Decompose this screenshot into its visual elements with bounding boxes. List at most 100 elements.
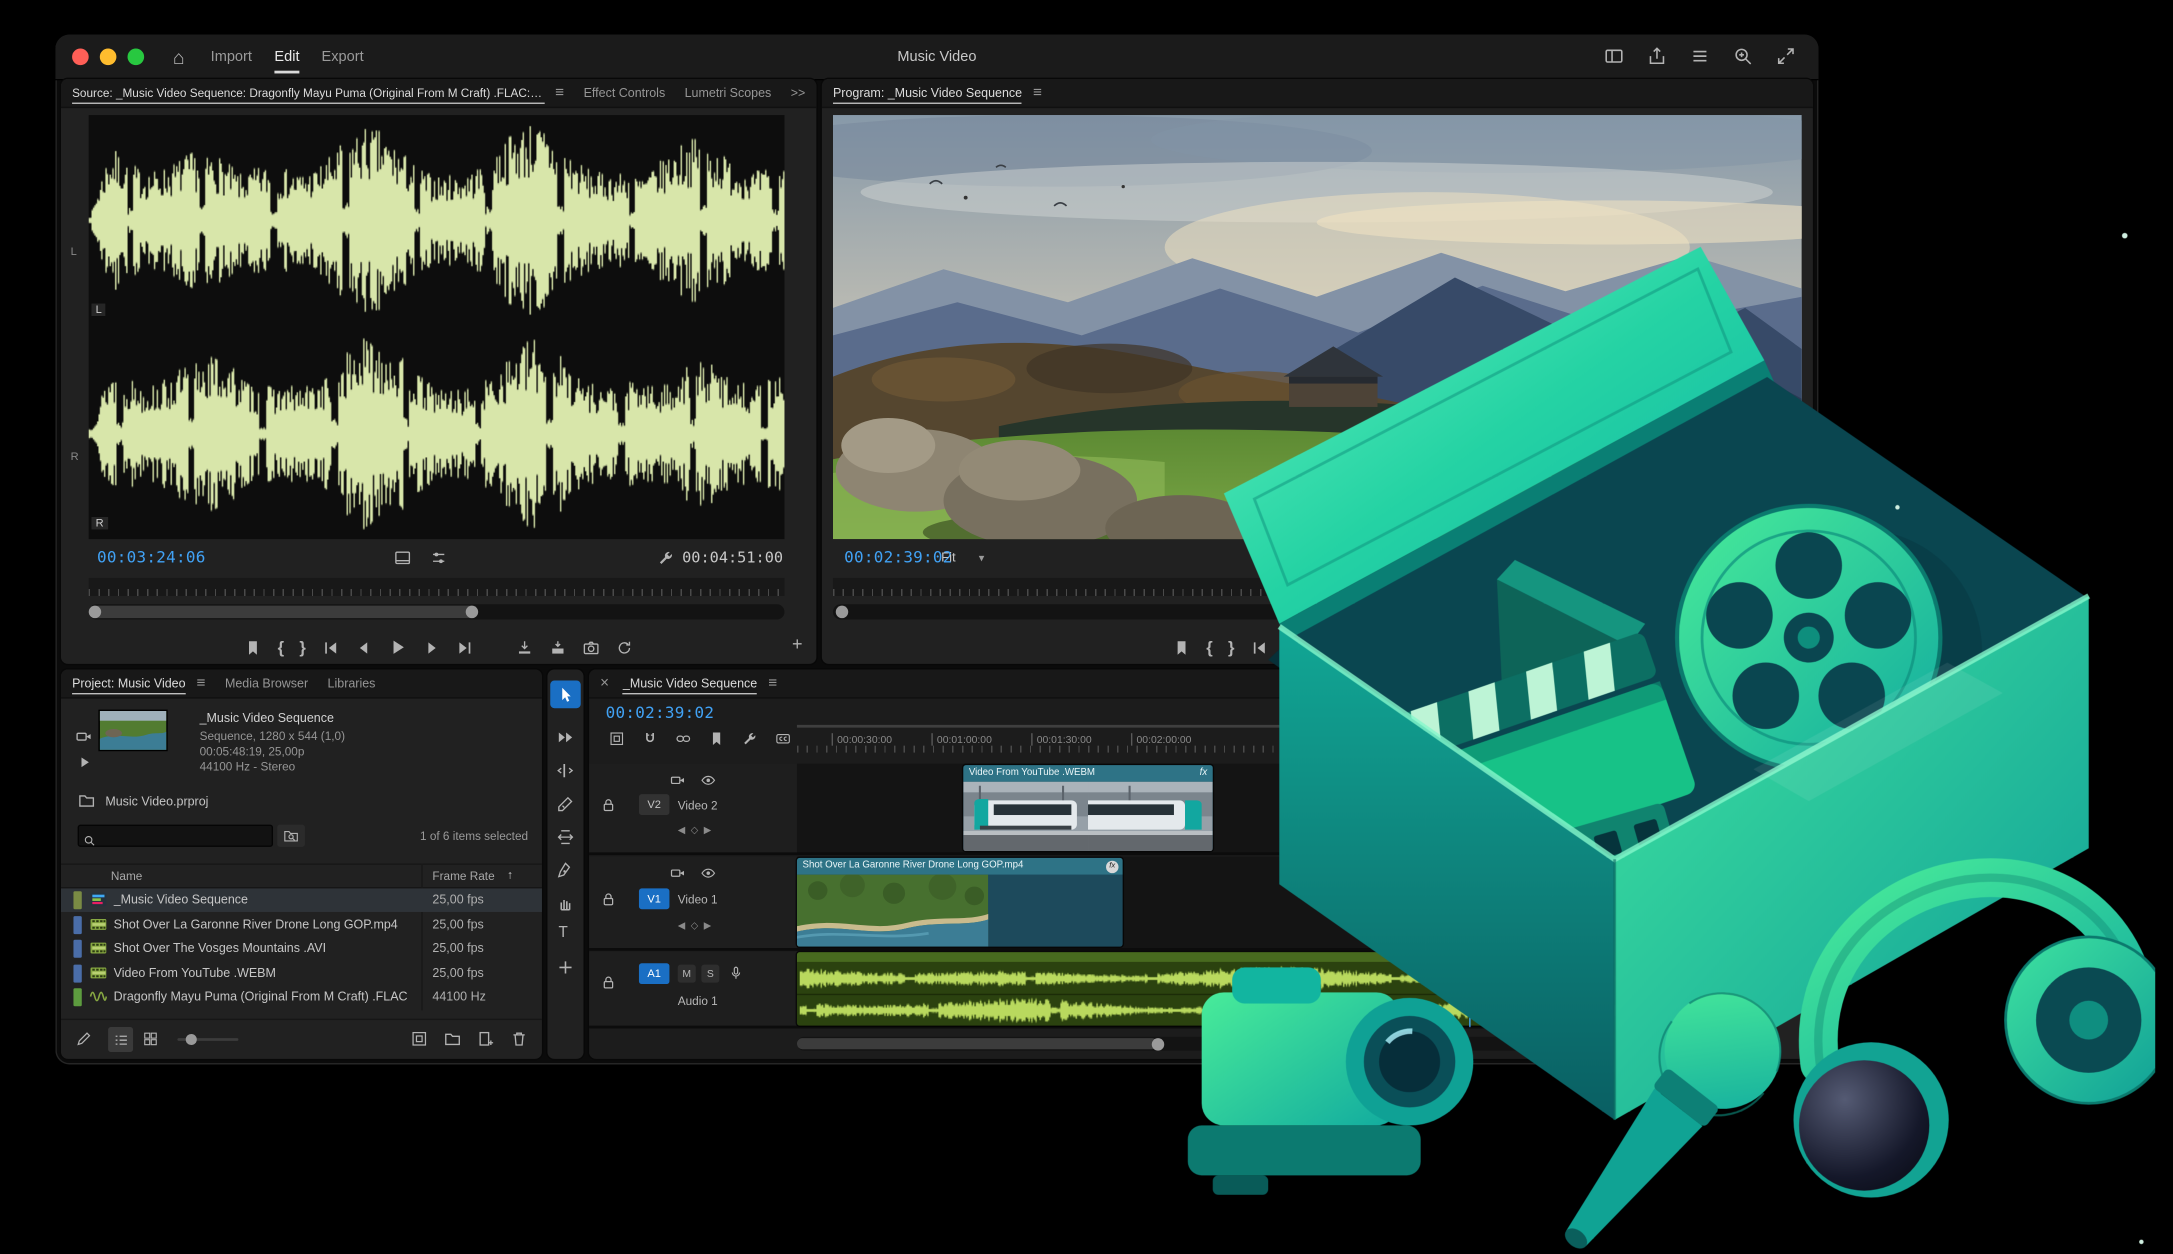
track-target-v2[interactable]: V2 bbox=[639, 794, 669, 815]
clip-v1[interactable]: Shot Over La Garonne River Drone Long GO… bbox=[797, 858, 1123, 947]
mark-in-button[interactable]: { bbox=[278, 638, 284, 657]
column-name[interactable]: Name bbox=[111, 869, 142, 883]
label-chip[interactable] bbox=[73, 915, 81, 933]
list-item[interactable]: Dragonfly Mayu Puma (Original From M Cra… bbox=[61, 985, 542, 1009]
close-tab-icon[interactable]: × bbox=[600, 675, 609, 692]
mute-button[interactable]: M bbox=[678, 965, 696, 983]
keyframe-nav[interactable]: ◀◇▶ bbox=[678, 920, 717, 931]
tab-sequence[interactable]: _Music Video Sequence bbox=[623, 672, 757, 694]
track-name[interactable]: Video 2 bbox=[678, 798, 718, 812]
timeline-add-marker-button[interactable] bbox=[708, 730, 725, 747]
list-item[interactable]: Video From YouTube .WEBM 25,00 fps bbox=[61, 961, 542, 985]
tab-project[interactable]: Project: Music Video bbox=[72, 672, 185, 694]
sort-ascending-icon[interactable]: ↑ bbox=[507, 868, 513, 882]
source-position-timecode[interactable]: 00:03:24:06 bbox=[97, 547, 206, 566]
tool-ripple-edit[interactable] bbox=[556, 761, 575, 780]
panel-layout-button[interactable] bbox=[1604, 46, 1625, 67]
delete-button[interactable] bbox=[510, 1030, 528, 1048]
film-cam-icon[interactable] bbox=[669, 772, 686, 789]
icon-view-button[interactable] bbox=[141, 1030, 159, 1048]
edit-pencil-button[interactable] bbox=[75, 1030, 93, 1048]
source-scrollbar-thumb[interactable] bbox=[91, 606, 476, 618]
step-forward-button[interactable] bbox=[422, 638, 440, 656]
program-scrollbar-handle[interactable] bbox=[836, 606, 848, 618]
track-visibility-eye-icon[interactable] bbox=[700, 865, 717, 882]
program-panel-menu-icon[interactable]: ≡ bbox=[1033, 85, 1042, 102]
list-item[interactable]: _Music Video Sequence 25,00 fps bbox=[61, 888, 542, 912]
quick-search-button[interactable] bbox=[1733, 46, 1754, 67]
tool-more[interactable] bbox=[556, 958, 575, 977]
track-target-a1[interactable]: A1 bbox=[639, 963, 669, 984]
source-wrench-button[interactable] bbox=[657, 549, 675, 567]
tool-hand[interactable] bbox=[556, 894, 575, 913]
source-scrollbar-handle-left[interactable] bbox=[89, 606, 101, 618]
tool-razor[interactable] bbox=[556, 794, 575, 813]
zoom-level-select[interactable]: Fit ▾ bbox=[941, 550, 984, 565]
new-bin-button[interactable] bbox=[444, 1030, 462, 1048]
track-target-v1[interactable]: V1 bbox=[639, 888, 669, 909]
track-lock-icon[interactable] bbox=[600, 974, 617, 991]
workspaces-button[interactable] bbox=[1690, 46, 1711, 67]
project-panel-menu-icon[interactable]: ≡ bbox=[197, 675, 206, 692]
source-mini-ruler[interactable] bbox=[89, 578, 785, 596]
snap-button[interactable] bbox=[642, 730, 659, 747]
nest-toggle-button[interactable] bbox=[608, 730, 625, 747]
list-item[interactable]: Shot Over The Vosges Mountains .AVI 25,0… bbox=[61, 937, 542, 961]
label-chip[interactable] bbox=[73, 940, 81, 958]
play-button[interactable] bbox=[388, 638, 407, 657]
keyframe-nav[interactable]: ◀◇▶ bbox=[678, 825, 717, 836]
automate-to-sequence-button[interactable] bbox=[410, 1030, 428, 1048]
source-panel-menu-icon[interactable]: ≡ bbox=[555, 85, 564, 102]
program-position-timecode[interactable]: 00:02:39:02 bbox=[844, 547, 953, 566]
solo-button[interactable]: S bbox=[701, 965, 719, 983]
track-lock-icon[interactable] bbox=[600, 797, 617, 814]
label-chip[interactable] bbox=[73, 891, 81, 909]
tool-slip[interactable] bbox=[556, 827, 575, 846]
tab-source[interactable]: Source: _Music Video Sequence: Dragonfly… bbox=[72, 82, 544, 104]
track-name[interactable]: Video 1 bbox=[678, 893, 718, 907]
loop-button[interactable] bbox=[615, 638, 633, 656]
tab-overflow-button[interactable]: >> bbox=[791, 86, 806, 100]
overwrite-button[interactable] bbox=[548, 638, 566, 656]
step-back-button[interactable] bbox=[354, 638, 372, 656]
go-to-in-button[interactable] bbox=[321, 638, 339, 656]
source-waveform-display[interactable]: L R bbox=[89, 115, 785, 539]
tool-pen[interactable] bbox=[556, 861, 575, 880]
mark-out-button[interactable]: } bbox=[299, 638, 305, 657]
timeline-settings-button[interactable] bbox=[742, 730, 759, 747]
tool-selection[interactable] bbox=[550, 681, 580, 709]
preview-thumbnail[interactable] bbox=[100, 711, 167, 750]
timeline-scrollbar-handle[interactable] bbox=[1152, 1037, 1164, 1049]
list-item[interactable]: Shot Over La Garonne River Drone Long GO… bbox=[61, 913, 542, 937]
search-input[interactable] bbox=[78, 825, 273, 847]
tab-effect-controls[interactable]: Effect Controls bbox=[584, 86, 666, 100]
timeline-position-timecode[interactable]: 00:02:39:02 bbox=[606, 703, 715, 722]
source-settings-button[interactable] bbox=[394, 549, 412, 567]
timeline-panel-menu-icon[interactable]: ≡ bbox=[768, 675, 777, 692]
source-scrollbar-handle-right[interactable] bbox=[466, 606, 478, 618]
zoom-slider[interactable] bbox=[177, 1038, 238, 1041]
go-to-out-button[interactable] bbox=[456, 638, 474, 656]
source-display-mode-button[interactable] bbox=[430, 549, 448, 567]
tool-track-select[interactable] bbox=[556, 728, 575, 747]
button-editor-plus[interactable]: + bbox=[792, 633, 803, 654]
tab-program[interactable]: Program: _Music Video Sequence bbox=[833, 82, 1022, 104]
add-marker-button[interactable] bbox=[244, 638, 262, 656]
project-file-name[interactable]: Music Video.prproj bbox=[105, 794, 208, 808]
label-chip[interactable] bbox=[73, 964, 81, 982]
film-cam-icon[interactable] bbox=[669, 865, 686, 882]
tab-media-browser[interactable]: Media Browser bbox=[225, 676, 308, 690]
tool-type[interactable]: T bbox=[559, 924, 568, 941]
linked-selection-button[interactable] bbox=[675, 730, 692, 747]
captions-button[interactable] bbox=[775, 730, 792, 747]
source-zoom-scrollbar[interactable] bbox=[89, 604, 785, 619]
label-chip[interactable] bbox=[73, 988, 81, 1006]
preview-play-button[interactable] bbox=[78, 755, 92, 769]
new-item-button[interactable] bbox=[477, 1030, 495, 1048]
voiceover-mic-icon[interactable] bbox=[728, 965, 745, 982]
track-visibility-eye-icon[interactable] bbox=[700, 772, 717, 789]
search-bin-button[interactable] bbox=[277, 825, 305, 847]
tab-libraries[interactable]: Libraries bbox=[328, 676, 376, 690]
timeline-scrollbar-thumb[interactable] bbox=[797, 1038, 1157, 1049]
track-lock-icon[interactable] bbox=[600, 891, 617, 908]
